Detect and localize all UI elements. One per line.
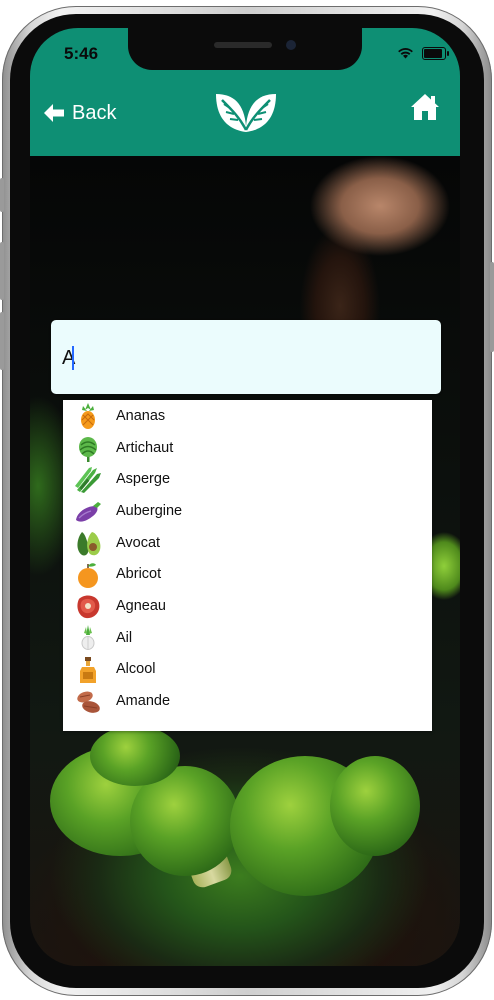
arrow-left-icon <box>44 104 64 122</box>
wifi-icon <box>398 48 413 59</box>
asparagus-icon <box>75 467 101 494</box>
suggestion-asperge[interactable]: Asperge <box>63 463 432 495</box>
suggestion-artichaut[interactable]: Artichaut <box>63 432 432 464</box>
volume-up-button <box>0 242 4 300</box>
broccoli-floret <box>90 726 180 786</box>
suggestion-label: Abricot <box>116 566 162 583</box>
broccoli-floret <box>330 756 420 856</box>
suggestion-label: Aubergine <box>116 502 183 519</box>
text-caret <box>72 346 74 370</box>
suggestion-ananas[interactable]: Ananas <box>63 400 432 432</box>
leaf-logo-icon[interactable] <box>210 86 282 134</box>
garlic-icon <box>81 624 95 650</box>
suggestion-label: Amande <box>116 693 171 710</box>
suggestion-label: Alcool <box>116 661 156 678</box>
artichoke-icon <box>79 436 97 462</box>
suggestion-aubergine[interactable]: Aubergine <box>63 495 432 527</box>
front-camera <box>286 40 296 50</box>
apricot-icon <box>78 562 98 588</box>
suggestion-abricot[interactable]: Abricot <box>63 559 432 591</box>
suggestion-amande[interactable]: Amande <box>63 685 432 717</box>
back-button[interactable]: Back <box>42 96 116 130</box>
home-icon[interactable] <box>410 92 440 122</box>
suggestion-label: Avocat <box>116 534 161 551</box>
suggestion-avocat[interactable]: Avocat <box>63 527 432 559</box>
suggestion-label: Ananas <box>116 407 166 424</box>
alcohol-bottle-icon <box>80 656 96 683</box>
suggestion-alcool[interactable]: Alcool <box>63 654 432 686</box>
pineapple-icon <box>81 403 95 429</box>
speaker-grille <box>214 42 272 48</box>
battery-icon <box>422 46 449 60</box>
volume-down-button <box>0 312 4 370</box>
mute-switch <box>0 178 4 212</box>
back-label: Back <box>72 101 117 124</box>
power-button <box>490 262 494 352</box>
suggestion-label: Asperge <box>116 471 171 488</box>
status-icons <box>397 45 449 61</box>
status-time: 5:46 <box>64 44 99 63</box>
app-screen: 5:46 Back A Ananas Artichaut Asperge Aub… <box>30 28 460 966</box>
eggplant-icon <box>76 502 101 522</box>
lamb-meat-icon <box>77 595 100 619</box>
notch <box>128 28 362 70</box>
autocomplete-list: Ananas Artichaut Asperge Aubergine Avoca… <box>63 400 432 731</box>
almond-icon <box>77 691 100 714</box>
search-input[interactable] <box>51 320 441 394</box>
suggestion-label: Ail <box>116 629 133 646</box>
suggestion-ail[interactable]: Ail <box>63 622 432 654</box>
avocado-icon <box>77 531 101 556</box>
nav-bar: Back <box>30 76 460 156</box>
suggestion-label: Agneau <box>116 598 166 615</box>
suggestion-agneau[interactable]: Agneau <box>63 590 432 622</box>
suggestion-label: Artichaut <box>116 439 174 456</box>
